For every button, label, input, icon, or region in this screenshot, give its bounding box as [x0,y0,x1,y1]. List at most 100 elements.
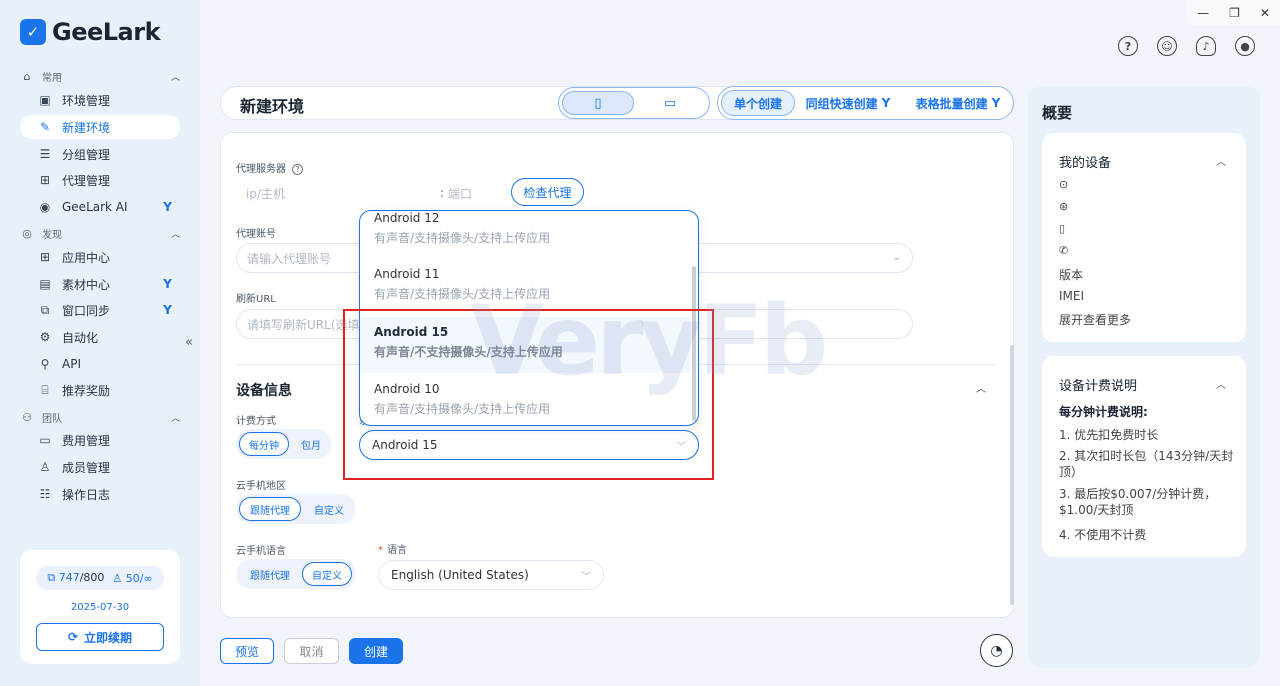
chevron-down-icon: ﹀ [581,572,591,583]
sidebar-item-app-center[interactable]: ⊞ 应用中心 [20,245,180,269]
premium-badge-icon: Y [163,277,172,291]
user-icon[interactable]: ● [1235,36,1255,56]
app-logo[interactable]: ✓ GeeLark [20,18,161,46]
billing-segment: 每分钟 包月 [236,429,332,459]
sidebar-item-window-sync[interactable]: ⧉ 窗口同步 Y [20,298,180,322]
option-desc: 有声音/支持摄像头/支持上传应用 [374,231,551,245]
billing-icon: ▭ [39,433,51,447]
collapse-sidebar-icon[interactable]: « [185,335,193,350]
logo-icon: ✓ [20,19,46,45]
tab-group-create[interactable]: 同组快速创建 Y [800,90,896,116]
quota-pill[interactable]: ⧉ 747/800 ♙ 50/∞ [36,566,164,590]
discover-icon: ◎ [22,226,32,240]
sidebar-item-rewards[interactable]: ⌸ 推荐奖励 [20,378,180,402]
language-custom[interactable]: 自定义 [302,562,352,586]
form-scrollbar[interactable] [1010,345,1014,605]
sidebar-item-env-manage[interactable]: ▣ 环境管理 [20,88,180,112]
proxy-port-input[interactable]: : 端口 [440,178,508,208]
section-discover[interactable]: ◎ 发现 ︿ [20,226,180,242]
phone-call-icon: ✆ [1059,244,1069,257]
sidebar-item-group[interactable]: ☰ 分组管理 [20,142,180,166]
assistant-icon[interactable]: ◔ [980,634,1013,667]
sidebar-item-material[interactable]: ▤ 素材中心 Y [20,272,180,296]
member-count: 50/∞ [125,571,153,585]
create-button[interactable]: 创建 [349,638,403,664]
sidebar-item-label: 分组管理 [62,147,111,162]
eye-closed-icon[interactable]: ⌣ [893,253,900,264]
billing-per-minute[interactable]: 每分钟 [239,432,289,456]
sidebar-item-new-env[interactable]: ✎ 新建环境 [20,115,180,139]
dropdown-option-android-12[interactable]: Android 12 有声音/支持摄像头/支持上传应用 [360,211,690,267]
sidebar-item-proxy[interactable]: ⊞ 代理管理 [20,168,180,192]
select-value: English (United States) [391,568,529,582]
chevron-up-icon[interactable]: ︿ [1216,153,1226,168]
sidebar-item-ai[interactable]: ◉ GeeLark AI Y [20,195,180,219]
app-name: GeeLark [52,18,161,46]
support-icon[interactable]: ☺ [1157,36,1177,56]
preview-button[interactable]: 预览 [220,638,274,664]
material-icon: ▤ [39,277,51,291]
cancel-button[interactable]: 取消 [284,638,339,664]
laptop-icon[interactable]: ▭ [634,91,706,115]
help-icon[interactable]: ? [1118,36,1138,56]
tab-label: 单个创建 [733,96,782,111]
region-follow-proxy[interactable]: 跟随代理 [239,497,301,521]
language-follow-proxy[interactable]: 跟随代理 [239,562,301,586]
restore-icon[interactable]: ❐ [1229,6,1240,20]
option-name: Android 12 [374,211,440,225]
minimize-icon[interactable]: — [1197,6,1209,20]
my-devices-title: 我的设备 [1059,156,1112,171]
tab-batch-create[interactable]: 表格批量创建 Y [906,90,1010,116]
my-devices-card: 我的设备 ︿ ⊙ ⊛ ▯ ✆ 版本 IMEI 展开查看更多 [1042,133,1246,342]
language-select[interactable]: English (United States) ﹀ [378,560,604,590]
colon: : [440,186,445,200]
sidebar-item-logs[interactable]: ☷ 操作日志 [20,482,180,506]
sidebar-item-automation[interactable]: ⚙ 自动化 [20,325,180,349]
gift-icon: ⌸ [41,382,49,397]
region-custom[interactable]: 自定义 [304,497,354,521]
chevron-up-icon[interactable]: ︿ [171,227,180,240]
premium-badge-icon: Y [163,303,172,317]
window-controls: — ❐ ✕ [1187,0,1280,26]
billing-monthly[interactable]: 包月 [292,432,330,456]
renew-button[interactable]: ⟳ 立即续期 [36,623,164,651]
refresh-url-label: 刷新URL [236,294,276,305]
expand-more-link[interactable]: 展开查看更多 [1059,311,1131,328]
section-common[interactable]: ⌂ 常用 ︿ [20,69,181,85]
label-text: 代理服务器 [236,164,286,175]
chevron-up-icon[interactable]: ︿ [976,380,986,395]
apps-icon: ⊞ [39,250,51,264]
sidebar-item-label: 费用管理 [62,433,111,448]
help-icon[interactable]: ? [292,164,303,175]
sidebar-item-members[interactable]: ♙ 成员管理 [20,455,180,479]
chevron-up-icon[interactable]: ︿ [1216,376,1226,391]
billing-info-title: 设备计费说明 [1059,379,1138,394]
imei-row: IMEI [1059,289,1085,303]
phone-language-label: 云手机语言 [236,546,286,557]
sidebar-item-label: 应用中心 [62,250,111,265]
sidebar-item-label: 推荐奖励 [62,383,111,398]
phone-icon[interactable]: ▯ [562,91,634,115]
sidebar-item-label: GeeLark AI [62,200,128,214]
close-icon[interactable]: ✕ [1260,6,1270,20]
team-icon: ⚇ [22,410,32,424]
check-proxy-button[interactable]: 检查代理 [511,178,584,206]
log-icon: ☷ [39,487,51,501]
version-row: 版本 [1059,268,1084,282]
chevron-up-icon[interactable]: ︿ [171,70,180,83]
tab-single-create[interactable]: 单个创建 [721,90,795,116]
section-team[interactable]: ⚇ 团队 ︿ [20,410,180,426]
billing-rule-2: 2. 其次扣时长包（143分钟/天封顶） [1059,449,1234,479]
sidebar-item-api[interactable]: ⚲ API [20,352,180,376]
sidebar-item-billing[interactable]: ▭ 费用管理 [20,428,180,452]
proxy-host-input[interactable]: ip/主机 [236,178,436,208]
chevron-up-icon[interactable]: ︿ [171,411,180,424]
bell-icon[interactable]: ♪ [1196,36,1216,56]
device-count: 747 [58,571,80,584]
section-label: 常用 [42,73,62,84]
create-mode-toggle: 单个创建 同组快速创建 Y 表格批量创建 Y [717,86,1014,120]
language-segment: 跟随代理 自定义 [236,559,356,589]
proxy-icon: ⊞ [39,173,51,187]
device-type-toggle: ▯ ▭ [558,87,710,119]
home-icon: ⌂ [23,69,31,83]
